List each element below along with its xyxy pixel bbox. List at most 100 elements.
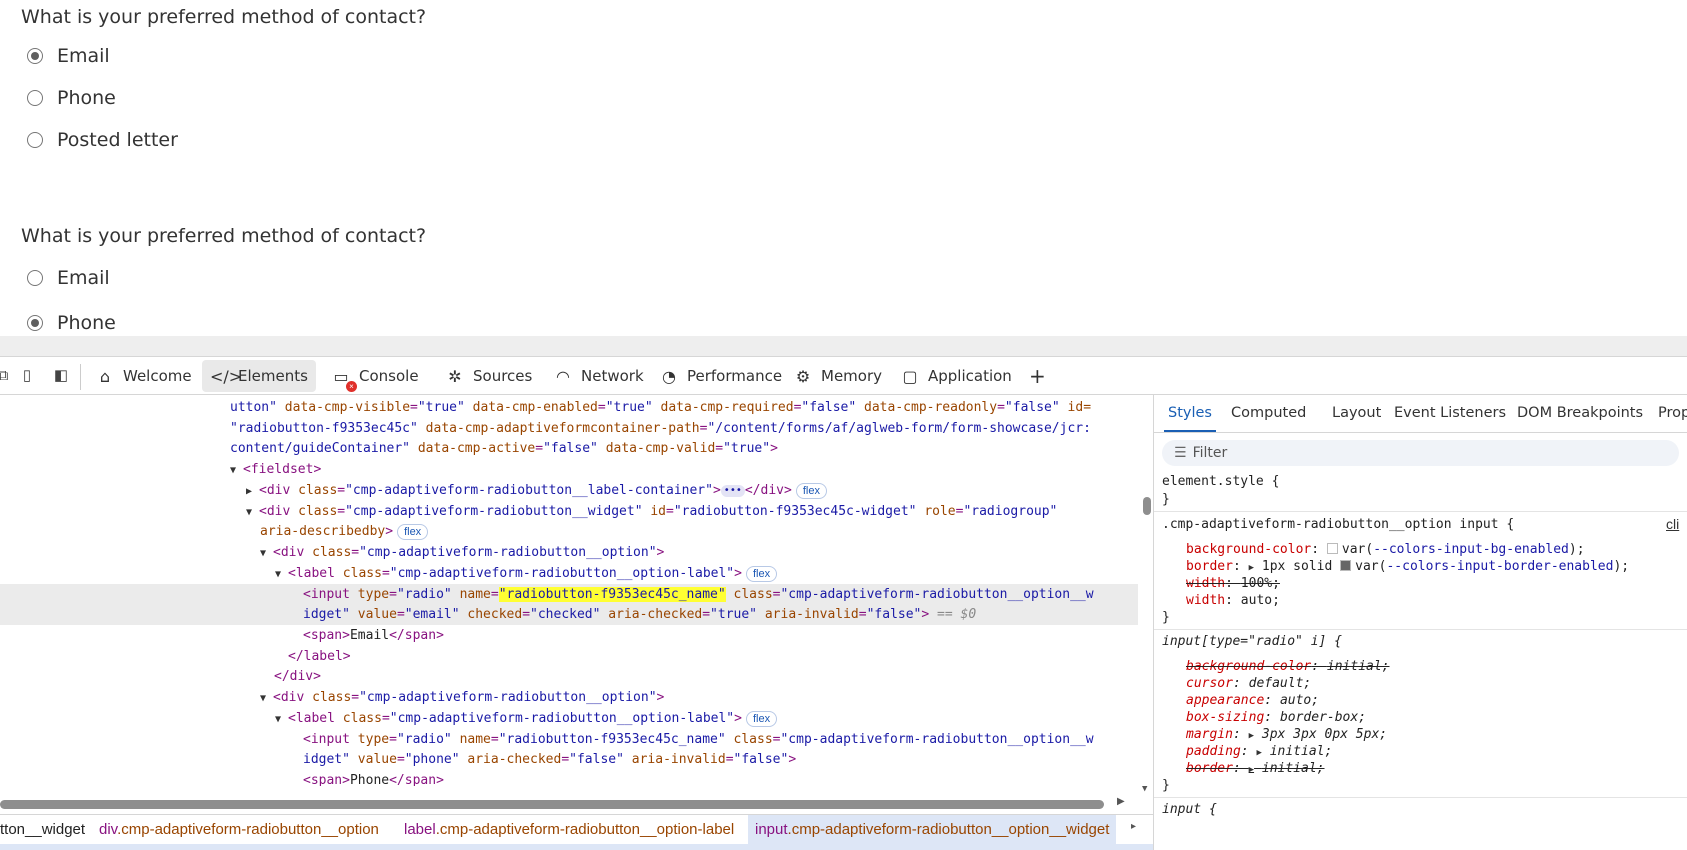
tab-elements[interactable]: </> Elements [202,360,316,392]
dom-line[interactable]: utton" data-cmp-visible="true" data-cmp-… [0,397,1138,418]
css-property[interactable]: cursor: default; [1186,675,1311,693]
radio-option-phone[interactable]: Phone [27,310,116,336]
dom-line[interactable]: "radiobutton-f9353ec45c" data-cmp-adapti… [0,418,1138,439]
tab-sources[interactable]: ✲ Sources [437,360,540,392]
flex-badge[interactable]: flex [745,710,778,727]
dom-line-selected[interactable]: idget" value="email" checked="checked" a… [0,604,1138,625]
breadcrumb-item[interactable]: tton__widget [0,815,92,844]
dom-line-selected[interactable]: <input type="radio" name="radiobutton-f9… [0,584,1138,605]
css-property[interactable]: box-sizing: border-box; [1186,709,1366,727]
breadcrumb-item[interactable]: div.cmp-adaptiveform-radiobutton__option [92,815,386,844]
flex-badge[interactable]: flex [745,565,778,582]
tag-close: > [770,441,778,456]
attr-value: "false" [1004,400,1060,415]
vertical-scrollbar[interactable]: ▼ [1141,395,1153,810]
tab-welcome[interactable]: ⌂ Welcome [87,360,200,392]
source-link[interactable]: cli [1666,516,1679,532]
scrollbar-thumb[interactable] [0,800,1104,809]
radio-option-email[interactable]: Email [27,43,110,69]
tab-computed[interactable]: Computed [1231,405,1306,421]
attr-name: data-cmp-visible [284,400,411,415]
dom-line[interactable]: ▼ <div class="cmp-adaptiveform-radiobutto… [0,542,1138,563]
css-property[interactable]: appearance: auto; [1186,692,1319,710]
dom-tree[interactable]: utton" data-cmp-visible="true" data-cmp-… [0,395,1153,810]
sidebar-toggle-icon[interactable]: ◧ [52,367,70,385]
radio-option-email[interactable]: Email [27,265,110,291]
css-property-overridden[interactable]: width: 100%; [1186,575,1280,593]
tab-application[interactable]: ▢ Application [892,360,1020,392]
css-selector: input[type="radio" i] { [1162,634,1343,649]
tab-memory[interactable]: ⚙ Memory [785,360,890,392]
tab-event-listeners[interactable]: Event Listeners [1394,405,1506,421]
styles-filter-input[interactable]: ☰ Filter [1162,440,1679,466]
expand-triangle-icon[interactable]: ▼ [260,543,273,563]
dom-line[interactable]: aria-describedby> flex [0,521,1138,542]
flex-badge[interactable]: flex [397,523,429,540]
radio-option-phone[interactable]: Phone [27,85,116,111]
attr-value: "/content/forms/af/aglweb-form/form-show… [707,421,1091,436]
css-property[interactable]: background-color: var(--colors-input-bg-… [1186,541,1585,559]
dom-line[interactable]: <span>Phone</span> [0,770,1138,786]
dom-line[interactable]: <input type="radio" name="radiobutton-f9… [0,729,1138,750]
css-property-overridden[interactable]: background-color: initial; [1186,658,1390,676]
dom-line[interactable]: </div> [0,666,1138,687]
expand-triangle-icon[interactable]: ▼ [260,688,273,708]
color-swatch[interactable] [1326,543,1338,554]
divider [1154,629,1687,630]
scroll-down-arrow-icon[interactable]: ▼ [1142,784,1147,794]
collapse-triangle-icon[interactable]: ▶ [246,481,259,501]
radio-button[interactable] [27,90,43,106]
expand-triangle-icon[interactable]: ▼ [246,502,259,522]
attr-value: "true" [710,607,758,622]
expand-triangle-icon[interactable]: ▼ [230,460,243,480]
device-toolbar-icon[interactable]: ▯ [18,367,36,385]
breadcrumb-item-current[interactable]: input.cmp-adaptiveform-radiobutton__opti… [748,815,1117,844]
attr-name: class [733,587,773,602]
dom-line[interactable]: ▶ <div class="cmp-adaptiveform-radiobutto… [0,480,1138,501]
radio-button[interactable] [27,315,43,331]
dom-line[interactable]: ▼ <label class="cmp-adaptiveform-radiobut… [0,708,1138,729]
attr-value: "radio" [396,587,452,602]
flex-badge[interactable]: flex [795,482,827,499]
breadcrumb-item[interactable]: label.cmp-adaptiveform-radiobutton__opti… [397,815,741,844]
scrollbar-thumb[interactable] [1143,497,1151,515]
radio-option-label: Email [57,267,110,289]
color-swatch[interactable] [1340,560,1352,571]
css-property[interactable]: width: auto; [1186,592,1280,610]
attr-name: checked [467,607,523,622]
add-tab-button[interactable]: + [1021,360,1054,392]
tab-label: Performance [687,367,783,385]
dom-line[interactable]: ▼ <div class="cmp-adaptiveform-radiobutto… [0,687,1138,708]
tab-network[interactable]: ◠ Network [545,360,652,392]
tab-console[interactable]: ▭ Console [323,360,427,392]
radio-option-posted-letter[interactable]: Posted letter [27,127,178,153]
dom-line[interactable]: ▼ <div class="cmp-adaptiveform-radiobutto… [0,501,1138,522]
tab-properties[interactable]: Prop [1658,405,1687,421]
radio-button[interactable] [27,48,43,64]
inspect-icon[interactable]: ⧉ [0,367,12,385]
dom-line[interactable]: ▼ <fieldset> [0,459,1138,480]
tab-layout[interactable]: Layout [1332,405,1381,421]
dom-line[interactable]: <span>Email</span> [0,625,1138,646]
breadcrumb-more-icon[interactable]: ▸ [1131,821,1136,832]
tab-performance[interactable]: ◔ Performance [651,360,790,392]
dom-line[interactable]: idget" value="phone" aria-checked="false… [0,749,1138,770]
expand-triangle-icon[interactable]: ▼ [275,564,288,584]
horizontal-scrollbar[interactable] [0,798,1130,809]
dom-line[interactable]: content/guideContainer" data-cmp-active=… [0,438,1138,459]
scroll-right-arrow-icon[interactable]: ▶ [1117,796,1125,807]
expand-triangle-icon[interactable]: ▼ [275,709,288,729]
attr-value: "false" [866,607,922,622]
dom-line[interactable]: </label> [0,646,1138,667]
css-property-overridden[interactable]: border: ▶ initial; [1186,760,1325,779]
tab-dom-breakpoints[interactable]: DOM Breakpoints [1517,405,1643,421]
radio-button[interactable] [27,270,43,286]
ellipsis-icon[interactable]: ••• [720,484,745,497]
radio-button[interactable] [27,132,43,148]
dom-line[interactable]: ▼ <label class="cmp-adaptiveform-radiobut… [0,563,1138,584]
attr-name: id [650,504,667,519]
error-badge-icon: × [346,381,357,392]
tab-styles[interactable]: Styles [1168,405,1212,421]
devtools-resizer[interactable] [0,336,1687,356]
tag: <div [273,690,313,705]
